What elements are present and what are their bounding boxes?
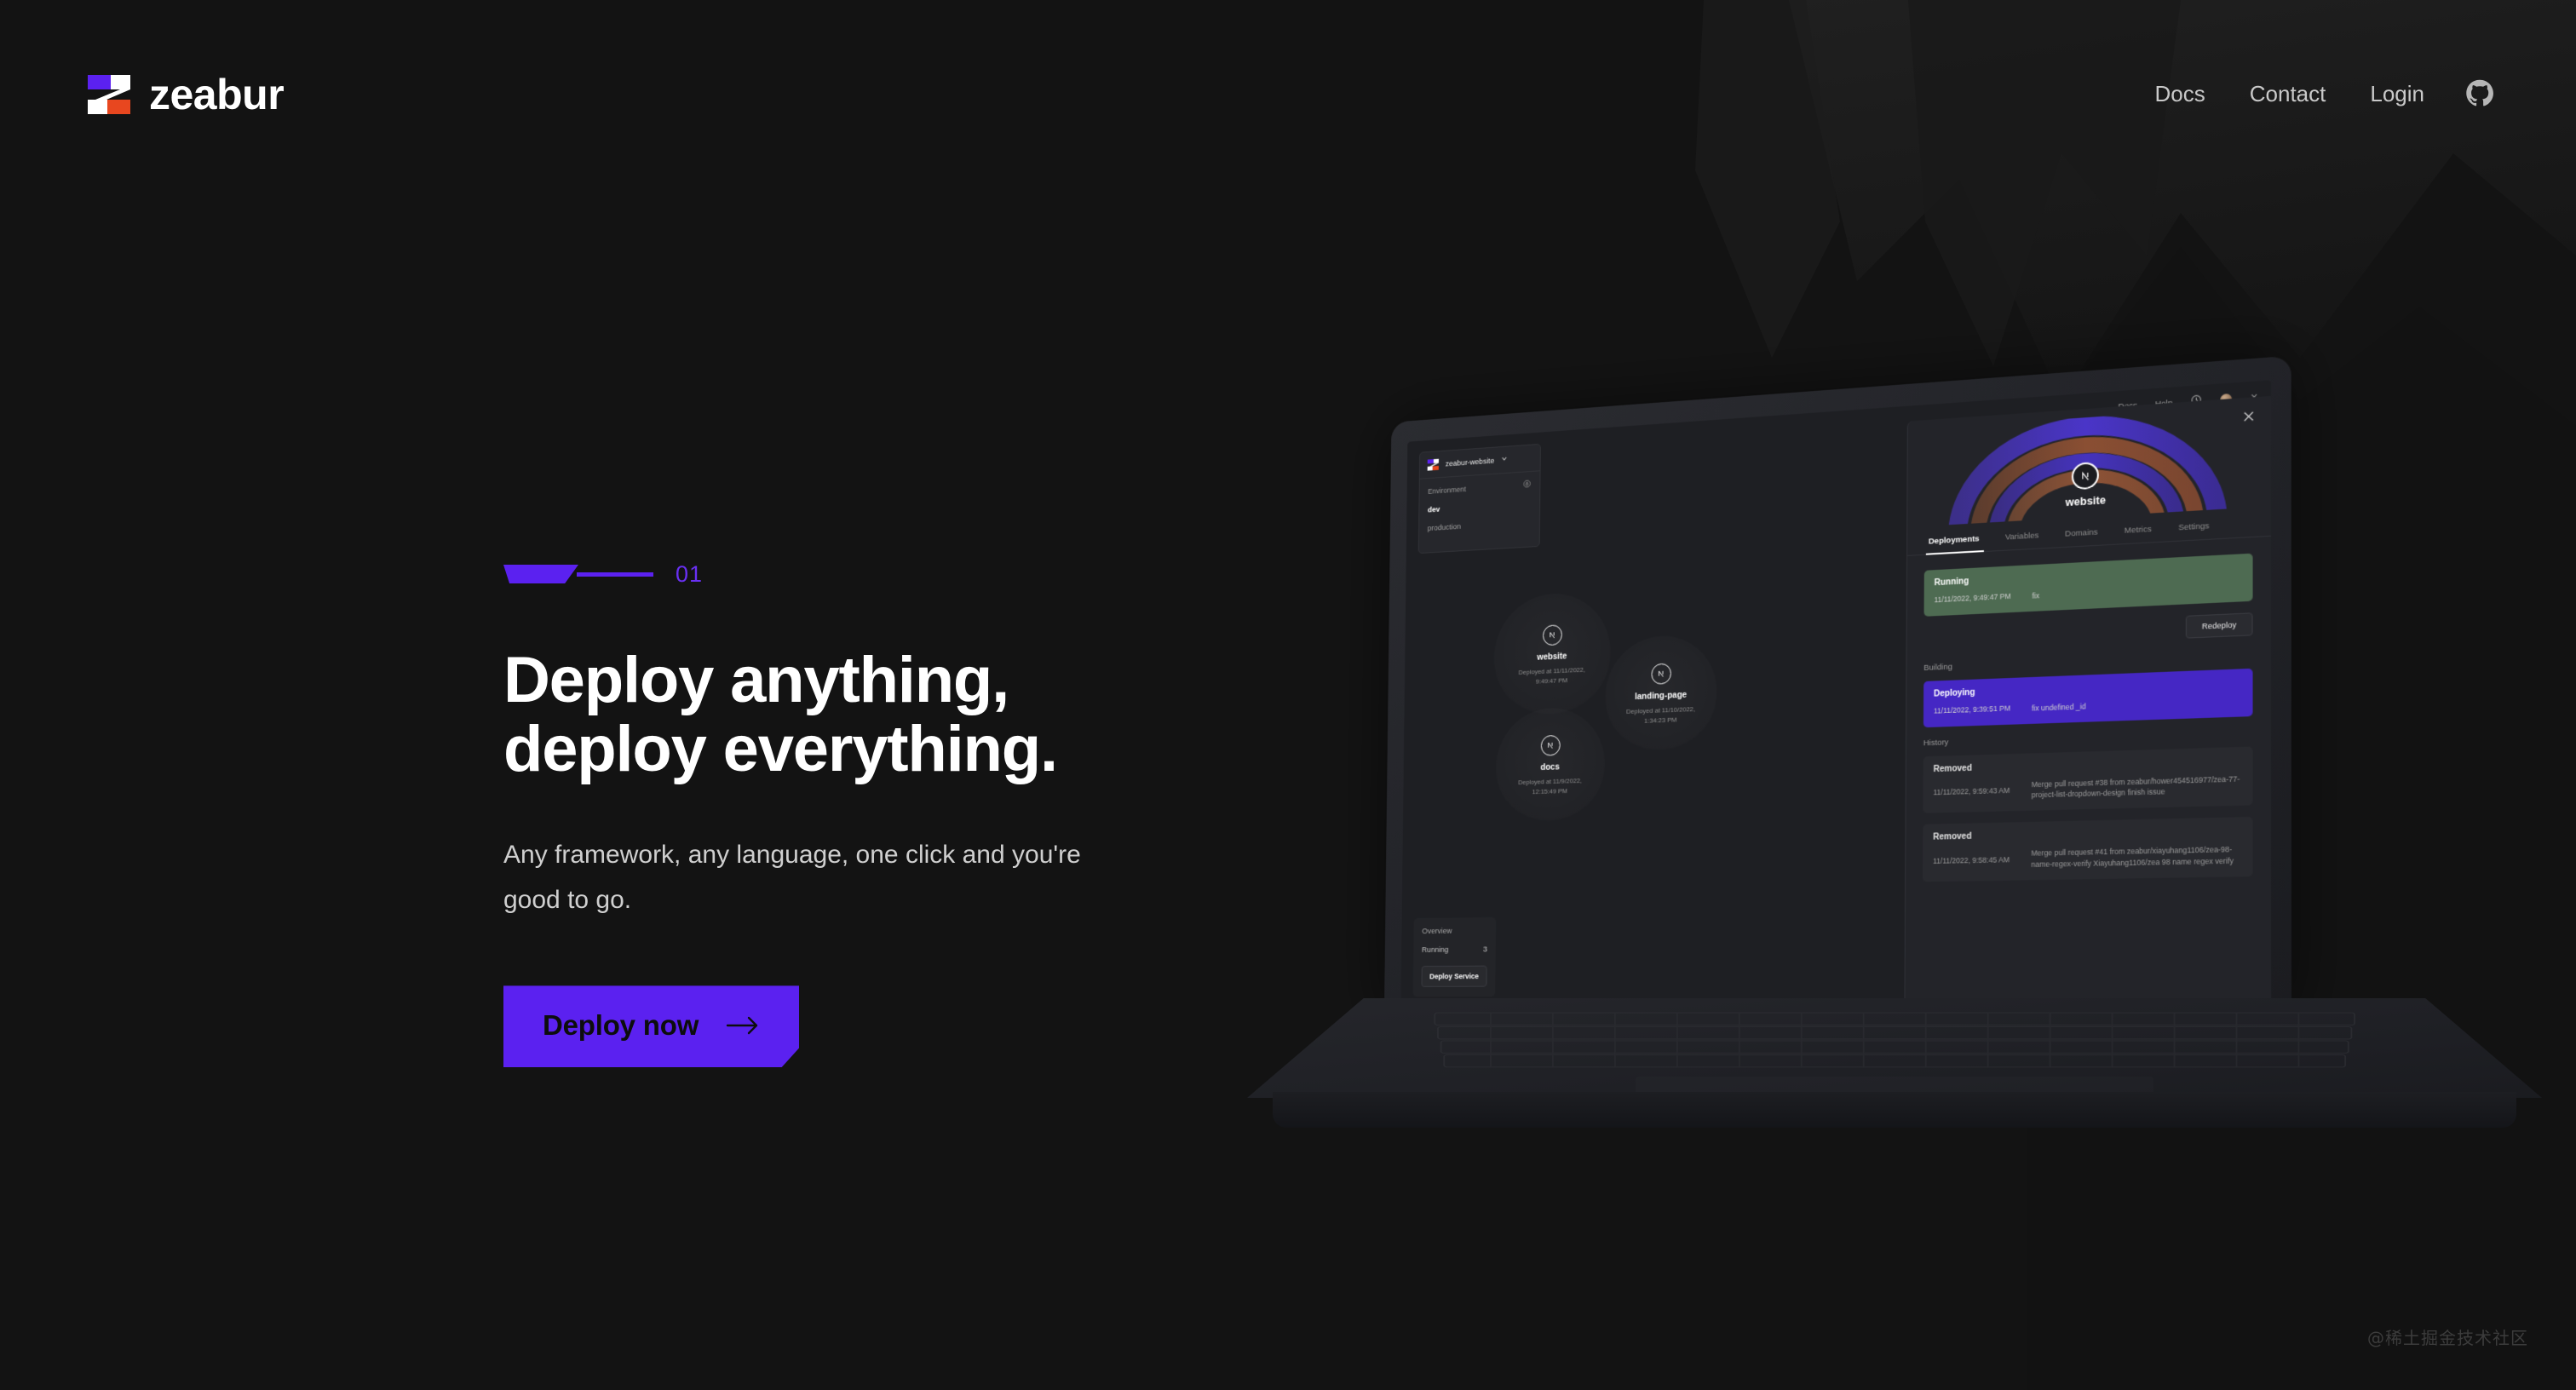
laptop-base bbox=[1247, 998, 2542, 1177]
detail-service-identity: website bbox=[2066, 461, 2106, 508]
history-section-label: History bbox=[1923, 737, 1949, 748]
service-node-landing-page[interactable]: landing-page Deployed at 11/10/2022, 1:34… bbox=[1604, 634, 1717, 755]
hero-section: 01 Deploy anything, deploy everything. A… bbox=[503, 560, 1440, 1068]
overview-running-count: 3 bbox=[1482, 945, 1487, 955]
service-node-website[interactable]: website Deployed at 11/11/2022, 9:49:47 P… bbox=[1493, 590, 1612, 719]
laptop-mockup: Docs Help bbox=[1247, 355, 2542, 1203]
github-icon[interactable] bbox=[2465, 79, 2494, 108]
deployments-panel: Running 11/11/2022, 9:49:47 PM fix Redep… bbox=[1906, 537, 2271, 882]
laptop-screen: Docs Help bbox=[1400, 380, 2272, 1008]
tab-domains[interactable]: Domains bbox=[2052, 527, 2112, 548]
headline-line-1: Deploy anything, bbox=[503, 644, 1009, 716]
deployment-message: fix undefined _id bbox=[2031, 701, 2086, 713]
environment-item-dev[interactable]: dev bbox=[1428, 499, 1531, 514]
tab-metrics[interactable]: Metrics bbox=[2111, 524, 2165, 544]
redeploy-row: Redeploy bbox=[1923, 612, 2253, 650]
page-root: zeabur Docs Contact Login 01 Deploy anyt… bbox=[0, 0, 2576, 1390]
deployment-time: 11/11/2022, 9:58:45 AM bbox=[1933, 854, 2010, 865]
service-deployed-time: Deployed at 11/9/2022, 12:15:49 PM bbox=[1518, 777, 1583, 796]
zeabur-logo-icon bbox=[88, 75, 130, 114]
top-navigation-bar: zeabur Docs Contact Login bbox=[0, 0, 2576, 198]
deployment-message: fix bbox=[2032, 591, 2040, 600]
main-nav: Docs Contact Login bbox=[2133, 79, 2494, 108]
service-node-docs[interactable]: docs Deployed at 11/9/2022, 12:15:49 PM bbox=[1495, 706, 1606, 824]
deploy-now-label: Deploy now bbox=[543, 1009, 699, 1042]
service-name: website bbox=[1537, 651, 1567, 663]
deployment-card-history[interactable]: Removed 11/11/2022, 9:59:43 AM Merge pul… bbox=[1923, 746, 2252, 813]
deployment-status: Removed bbox=[1933, 763, 1972, 774]
nextjs-icon bbox=[1540, 734, 1561, 756]
zeabur-dashboard-app: Docs Help bbox=[1400, 380, 2272, 1008]
arrow-right-icon bbox=[726, 1015, 760, 1036]
nextjs-icon bbox=[1650, 663, 1671, 685]
deployment-time: 11/11/2022, 9:39:51 PM bbox=[1933, 704, 2011, 715]
tab-variables[interactable]: Variables bbox=[1992, 530, 2052, 550]
nextjs-icon bbox=[1542, 624, 1562, 646]
deployment-time: 11/11/2022, 9:49:47 PM bbox=[1934, 591, 2011, 605]
section-marker-shape bbox=[503, 565, 578, 583]
headline-line-2: deploy everything. bbox=[503, 713, 1058, 786]
nav-item-login[interactable]: Login bbox=[2348, 83, 2447, 105]
service-detail-drawer: website Deployments Variables Domains Me… bbox=[1904, 395, 2272, 1008]
deployment-message: Merge pull request #41 from zeabur/xiayu… bbox=[2031, 844, 2234, 869]
subline-line-1: Any framework, any language, one click a… bbox=[503, 840, 1005, 869]
hero-subtitle: Any framework, any language, one click a… bbox=[503, 832, 1134, 923]
nextjs-icon bbox=[2072, 461, 2100, 491]
tab-settings[interactable]: Settings bbox=[2165, 520, 2222, 541]
watermark: @稀土掘金技术社区 bbox=[2367, 1328, 2528, 1348]
brand-name: zeabur bbox=[149, 71, 285, 118]
environment-list: Environment dev production bbox=[1419, 471, 1540, 553]
deployment-message: Merge pull request #38 from zeabur/hower… bbox=[2031, 773, 2240, 800]
zeabur-logo-icon-small bbox=[1427, 458, 1440, 471]
service-deployed-time: Deployed at 11/10/2022, 1:34:23 PM bbox=[1626, 705, 1696, 725]
laptop-front-lip bbox=[1273, 1092, 2516, 1128]
laptop-lid: Docs Help bbox=[1383, 355, 2291, 1020]
brand-logo[interactable]: zeabur bbox=[88, 71, 285, 118]
deployment-status: Removed bbox=[1933, 831, 1972, 842]
deployment-time: 11/11/2022, 9:59:43 AM bbox=[1933, 786, 2010, 797]
deployment-card-deploying[interactable]: Deploying 11/11/2022, 9:39:51 PM fix und… bbox=[1923, 668, 2253, 727]
environment-item-production[interactable]: production bbox=[1428, 518, 1531, 533]
chevron-down-icon[interactable] bbox=[1501, 455, 1508, 465]
environment-header: Environment bbox=[1428, 480, 1531, 497]
deployment-card-running[interactable]: Running 11/11/2022, 9:49:47 PM fix bbox=[1923, 553, 2253, 617]
section-marker-line bbox=[577, 572, 653, 577]
section-number: 01 bbox=[676, 560, 704, 587]
deployment-status: Deploying bbox=[1934, 687, 1975, 699]
section-indicator: 01 bbox=[503, 560, 1440, 587]
environment-label: Environment bbox=[1428, 485, 1466, 496]
lock-icon[interactable] bbox=[1523, 480, 1532, 491]
building-section-label: Building bbox=[1923, 662, 1953, 673]
service-arc-graphic: website bbox=[1907, 396, 2271, 527]
nav-item-docs[interactable]: Docs bbox=[2133, 83, 2228, 105]
tab-deployments[interactable]: Deployments bbox=[1924, 533, 1992, 554]
service-name: landing-page bbox=[1635, 689, 1688, 702]
detail-title: website bbox=[2065, 494, 2106, 509]
service-name: docs bbox=[1540, 761, 1560, 773]
keyboard-icon bbox=[1434, 1012, 2355, 1068]
deployment-card-history[interactable]: Removed 11/11/2022, 9:58:45 AM Merge pul… bbox=[1923, 817, 2252, 882]
service-deployed-time: Deployed at 11/11/2022, 9:49:47 PM bbox=[1518, 665, 1585, 686]
redeploy-button[interactable]: Redeploy bbox=[2185, 612, 2253, 639]
nav-item-contact[interactable]: Contact bbox=[2228, 83, 2349, 105]
project-dropdown-card[interactable]: zeabur-website Environment dev productio… bbox=[1417, 443, 1541, 554]
page-title: Deploy anything, deploy everything. bbox=[503, 646, 1440, 784]
deploy-now-button[interactable]: Deploy now bbox=[503, 985, 800, 1068]
project-name: zeabur-website bbox=[1445, 456, 1495, 468]
